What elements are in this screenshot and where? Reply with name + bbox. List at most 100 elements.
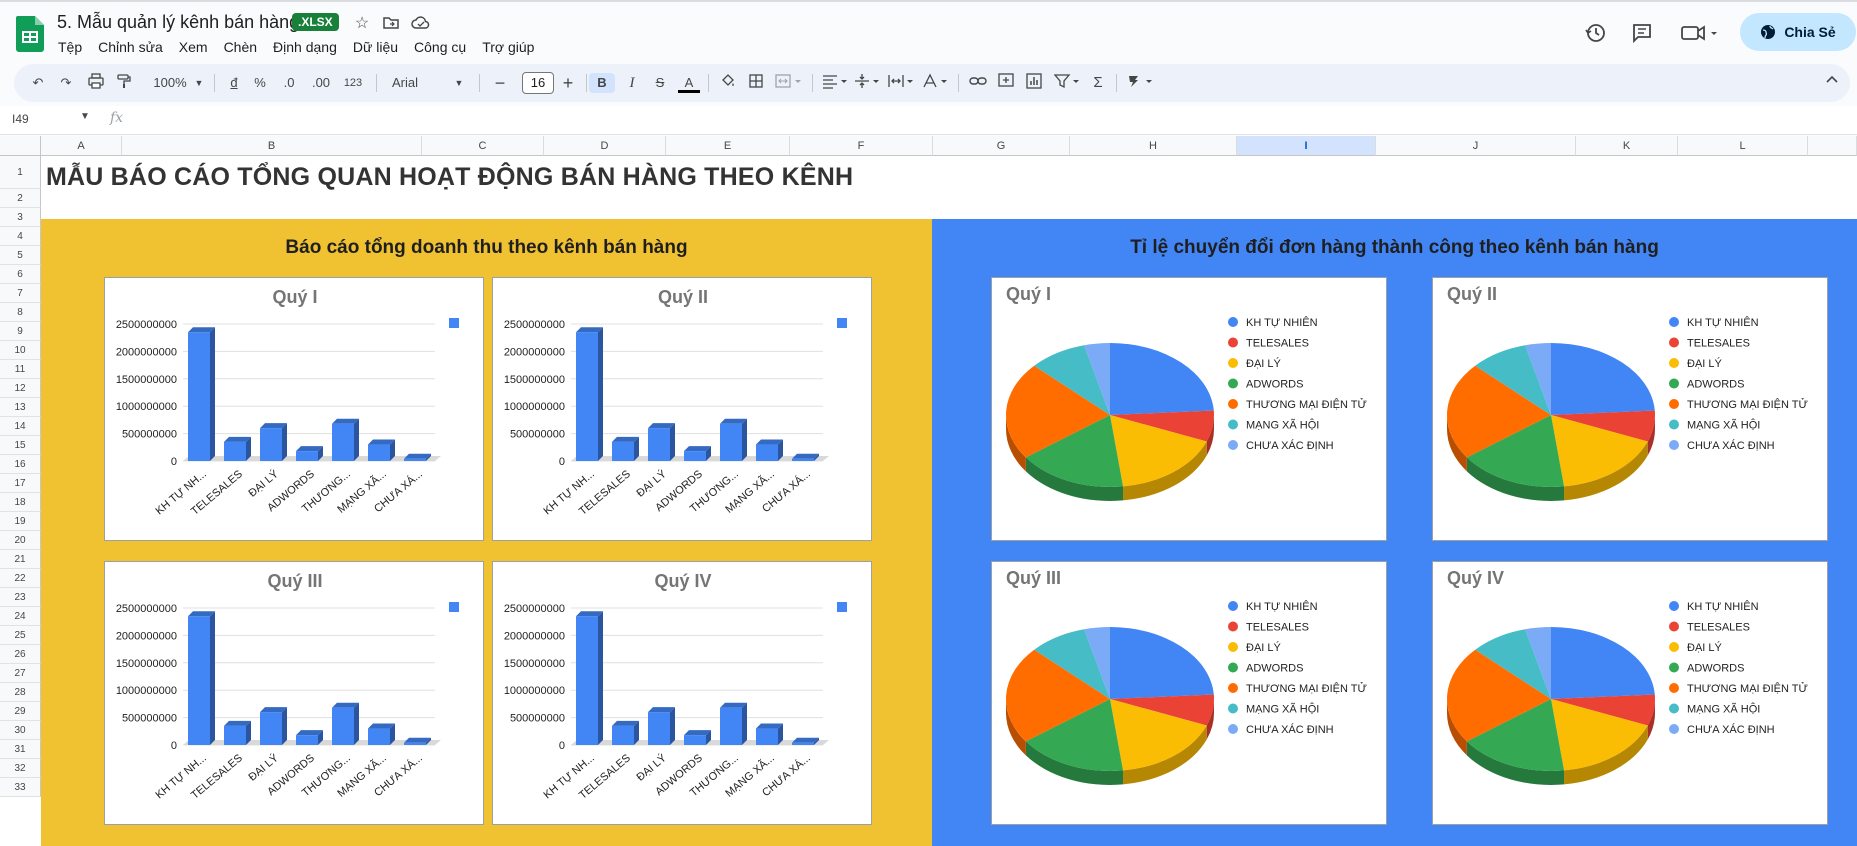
column-header[interactable]: F [790, 136, 933, 156]
menu-data[interactable]: Dữ liệu [353, 39, 406, 55]
name-box[interactable]: I49 [12, 112, 29, 126]
row-header[interactable]: 17 [0, 474, 41, 493]
percent-format-button[interactable]: % [252, 73, 268, 93]
menu-insert[interactable]: Chèn [224, 39, 265, 55]
row-header[interactable]: 22 [0, 569, 41, 588]
column-header[interactable]: D [544, 136, 666, 156]
select-all-corner[interactable] [0, 136, 41, 156]
zoom-select[interactable]: 100% [152, 73, 188, 93]
decrease-decimal-button[interactable]: .0 [278, 73, 300, 93]
version-history-icon[interactable] [1583, 22, 1607, 46]
menu-edit[interactable]: Chỉnh sửa [98, 39, 171, 55]
pie-chart-q1[interactable]: Quý I KH TỰ NHIÊN TELESALES ĐẠI LÝ ADWORDS TH… [991, 277, 1387, 541]
zoom-dropdown-caret-icon[interactable]: ▼ [194, 73, 204, 93]
document-title[interactable]: 5. Mẫu quản lý kênh bán hàng [57, 12, 299, 33]
text-wrapping-icon[interactable] [888, 73, 916, 93]
menu-tools[interactable]: Công cụ [414, 39, 474, 55]
currency-format-button[interactable]: đ [226, 73, 242, 93]
increase-decimal-button[interactable]: .00 [308, 73, 334, 93]
row-header[interactable]: 29 [0, 702, 41, 721]
sheets-logo-icon[interactable] [16, 16, 44, 52]
row-header[interactable]: 31 [0, 740, 41, 759]
column-header[interactable]: H [1070, 136, 1237, 156]
row-header[interactable]: 24 [0, 607, 41, 626]
pie-chart-q3[interactable]: Quý III KH TỰ NHIÊN TELESALES ĐẠI LÝ ADWORDS… [991, 561, 1387, 825]
share-button[interactable]: Chia Sẻ [1740, 13, 1856, 51]
row-header[interactable]: 28 [0, 683, 41, 702]
collapse-toolbar-icon[interactable] [1822, 73, 1842, 93]
row-header[interactable]: 19 [0, 512, 41, 531]
filter-icon[interactable] [1053, 73, 1082, 93]
row-header[interactable]: 13 [0, 398, 41, 417]
row-header[interactable]: 6 [0, 265, 41, 284]
bar-chart-q2[interactable]: Quý II 2500000000 2000000000 1500000000 1000… [492, 277, 872, 541]
borders-icon[interactable] [746, 73, 766, 93]
bar-chart-q4[interactable]: Quý IV 2500000000 2000000000 1500000000 1000… [492, 561, 872, 825]
merge-cells-icon[interactable] [774, 73, 804, 93]
column-header[interactable]: J [1376, 136, 1576, 156]
column-header[interactable]: C [422, 136, 544, 156]
row-header[interactable]: 12 [0, 379, 41, 398]
paint-format-icon[interactable] [114, 73, 134, 93]
column-header[interactable]: B [122, 136, 422, 156]
row-header[interactable]: 8 [0, 303, 41, 322]
star-icon[interactable]: ☆ [352, 14, 372, 34]
row-header[interactable]: 9 [0, 322, 41, 341]
row-header[interactable]: 25 [0, 626, 41, 645]
menu-file[interactable]: Tệp [58, 39, 90, 55]
row-header[interactable]: 5 [0, 246, 41, 265]
move-folder-icon[interactable] [381, 14, 401, 34]
bar-chart-q3[interactable]: Quý III 2500000000 2000000000 1500000000 100… [104, 561, 484, 825]
row-header[interactable]: 16 [0, 455, 41, 474]
row-header[interactable]: 7 [0, 284, 41, 303]
functions-icon[interactable]: Σ [1088, 73, 1108, 93]
bar-chart-q1[interactable]: Quý I 2500000000 2000000000 1500000000 10000… [104, 277, 484, 541]
column-header[interactable]: G [933, 136, 1070, 156]
row-header[interactable]: 3 [0, 208, 41, 227]
menu-view[interactable]: Xem [179, 39, 216, 55]
spreadsheet-grid[interactable]: A B C D E F G H I J K L 1 2 3 4 5 6 7 8 9 10 11 12 1… [0, 136, 1857, 846]
row-header[interactable]: 10 [0, 341, 41, 360]
row-header[interactable]: 32 [0, 759, 41, 778]
row-header[interactable]: 33 [0, 778, 41, 797]
sheet-content[interactable]: MẪU BÁO CÁO TỔNG QUAN HOẠT ĐỘNG BÁN HÀNG… [41, 156, 1857, 846]
italic-button[interactable]: I [622, 73, 642, 93]
comments-icon[interactable] [1630, 22, 1654, 46]
row-header[interactable]: 11 [0, 360, 41, 379]
row-header[interactable]: 1 [0, 156, 41, 189]
row-header[interactable]: 14 [0, 417, 41, 436]
increase-font-size-button[interactable]: + [558, 73, 578, 93]
meet-icon[interactable] [1680, 22, 1720, 46]
undo-icon[interactable]: ↶ [28, 73, 48, 93]
column-header[interactable]: E [666, 136, 790, 156]
row-header[interactable]: 18 [0, 493, 41, 512]
number-format-button[interactable]: 123 [340, 73, 366, 93]
text-color-button[interactable]: A [678, 73, 700, 93]
row-header[interactable]: 15 [0, 436, 41, 455]
redo-icon[interactable]: ↷ [56, 73, 76, 93]
report-title[interactable]: MẪU BÁO CÁO TỔNG QUAN HOẠT ĐỘNG BÁN HÀNG… [46, 163, 853, 192]
insert-chart-icon[interactable] [1024, 73, 1044, 93]
column-header[interactable]: K [1576, 136, 1678, 156]
font-select[interactable]: Arial [392, 73, 452, 93]
pie-chart-q4[interactable]: Quý IV KH TỰ NHIÊN TELESALES ĐẠI LÝ ADWORDS T… [1432, 561, 1828, 825]
row-header[interactable]: 20 [0, 531, 41, 550]
bold-button[interactable]: B [589, 73, 615, 93]
column-header[interactable] [1808, 136, 1857, 156]
insert-link-icon[interactable] [968, 73, 988, 93]
pie-chart-q2[interactable]: Quý II KH TỰ NHIÊN TELESALES ĐẠI LÝ ADWORDS T… [1432, 277, 1828, 541]
row-header[interactable]: 27 [0, 664, 41, 683]
row-header[interactable]: 2 [0, 189, 41, 208]
row-header[interactable]: 26 [0, 645, 41, 664]
column-header-selected[interactable]: I [1237, 136, 1376, 156]
name-box-caret-icon[interactable]: ▼ [80, 111, 90, 122]
menu-help[interactable]: Trợ giúp [482, 39, 542, 55]
input-tools-icon[interactable] [1126, 73, 1156, 93]
vertical-align-icon[interactable] [854, 73, 882, 93]
font-dropdown-caret-icon[interactable]: ▼ [454, 73, 464, 93]
menu-format[interactable]: Định dạng [273, 39, 345, 55]
font-size-input[interactable]: 16 [522, 72, 554, 94]
row-header[interactable]: 4 [0, 227, 41, 246]
strikethrough-button[interactable]: S [650, 73, 670, 93]
row-header[interactable]: 30 [0, 721, 41, 740]
